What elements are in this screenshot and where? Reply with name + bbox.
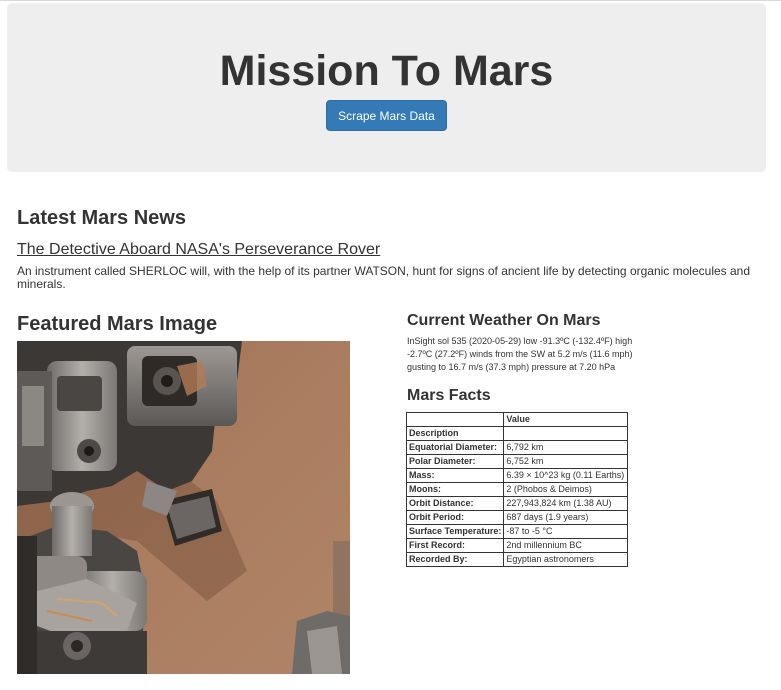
fact-value: 6.39 × 10^23 kg (0.11 Earths) (503, 468, 629, 483)
top-divider (0, 0, 781, 1)
weather-tweet: InSight sol 535 (2020-05-29) low -91.3ºC… (407, 336, 633, 372)
table-row: Moons: 2 (Phobos & Deimos) (405, 482, 629, 497)
table-row: Polar Diameter: 6,752 km (405, 454, 629, 469)
fact-label: First Record: (405, 538, 505, 553)
fact-label: Recorded By: (405, 552, 505, 567)
fact-value: 687 days (1.9 years) (503, 510, 629, 525)
fact-value: -87 to -5 °C (503, 524, 629, 539)
fact-label: Orbit Period: (405, 510, 505, 525)
table-row: Orbit Period: 687 days (1.9 years) (405, 510, 629, 525)
latest-news-heading: Latest Mars News (17, 207, 186, 229)
scrape-mars-data-button[interactable]: Scrape Mars Data (326, 100, 447, 131)
table-row: Surface Temperature: -87 to -5 °C (405, 524, 629, 539)
fact-value: Egyptian astronomers (503, 552, 629, 567)
fact-value: 6,792 km (503, 440, 629, 455)
fact-value: 2nd millennium BC (503, 538, 629, 553)
table-header-row: Value (405, 412, 629, 427)
featured-image-heading: Featured Mars Image (17, 313, 218, 335)
fact-label: Surface Temperature: (405, 524, 505, 539)
news-title-link[interactable]: The Detective Aboard NASA's Perseverance… (17, 240, 380, 260)
featured-mars-image (17, 341, 350, 674)
table-header-value: Value (503, 412, 629, 427)
table-index-row: Description (405, 426, 629, 441)
fact-value: 2 (Phobos & Deimos) (503, 482, 629, 497)
news-teaser: An instrument called SHERLOC will, with … (17, 264, 751, 291)
fact-label: Equatorial Diameter: (405, 440, 505, 455)
table-row: Mass: 6.39 × 10^23 kg (0.11 Earths) (405, 468, 629, 483)
table-row: Equatorial Diameter: 6,792 km (405, 440, 629, 455)
fact-value: 227,943,824 km (1.38 AU) (503, 496, 629, 511)
fact-label: Polar Diameter: (405, 454, 505, 469)
fact-label: Orbit Distance: (405, 496, 505, 511)
header-jumbotron: Mission To Mars Scrape Mars Data (7, 3, 766, 172)
page-title: Mission To Mars (219, 47, 554, 95)
fact-label: Moons: (405, 482, 505, 497)
table-row: Recorded By: Egyptian astronomers (405, 552, 629, 567)
table-index-label: Description (405, 426, 505, 441)
mars-facts-heading: Mars Facts (407, 387, 491, 404)
table-header-blank (405, 412, 505, 427)
fact-value: 6,752 km (503, 454, 629, 469)
table-row: Orbit Distance: 227,943,824 km (1.38 AU) (405, 496, 629, 511)
table-row: First Record: 2nd millennium BC (405, 538, 629, 553)
weather-heading: Current Weather On Mars (407, 312, 601, 329)
fact-label: Mass: (405, 468, 505, 483)
table-index-blank (503, 426, 629, 441)
mars-facts-table: Value Description Equatorial Diameter: 6… (405, 412, 629, 567)
